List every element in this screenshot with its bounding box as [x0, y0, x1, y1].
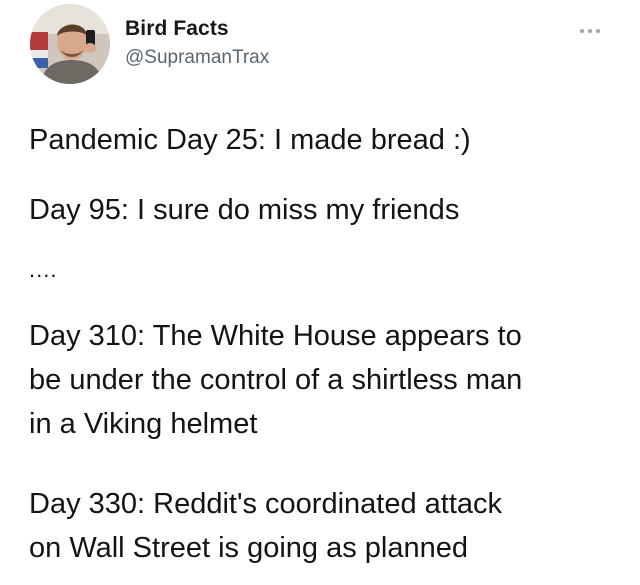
tweet-paragraph-3: .... — [29, 258, 57, 282]
tweet-paragraph-5: Day 330: Reddit's coordinated attack on … — [29, 482, 502, 570]
text-line: on Wall Street is going as planned — [29, 532, 469, 564]
ellipsis-text: .... — [29, 257, 58, 282]
text-line: Day 95: I sure do miss my friends — [29, 194, 460, 226]
tweet-header: Bird Facts @SupramanTrax — [30, 4, 610, 84]
avatar[interactable] — [30, 4, 110, 84]
more-options-button[interactable] — [576, 24, 604, 38]
text-line: Day 330: Reddit's coordinated attack — [29, 488, 503, 520]
text-line: Pandemic Day 25: I made bread :) — [29, 124, 471, 156]
display-name[interactable]: Bird Facts — [125, 16, 269, 42]
profile-photo-icon — [30, 4, 110, 84]
tweet-paragraph-1: Pandemic Day 25: I made bread :) — [29, 118, 471, 162]
more-horizontal-icon — [580, 29, 584, 33]
text-line: Day 310: The White House appears to — [29, 320, 522, 352]
text-line: in a Viking helmet — [29, 408, 258, 440]
tweet-paragraph-2: Day 95: I sure do miss my friends — [29, 188, 459, 232]
author-block: Bird Facts @SupramanTrax — [125, 16, 269, 72]
tweet-paragraph-4: Day 310: The White House appears to be u… — [29, 314, 522, 446]
user-handle[interactable]: @SupramanTrax — [125, 44, 269, 72]
text-line: be under the control of a shirtless man — [29, 364, 523, 396]
tweet-card: Bird Facts @SupramanTrax Pandemic Day 25… — [0, 0, 640, 585]
